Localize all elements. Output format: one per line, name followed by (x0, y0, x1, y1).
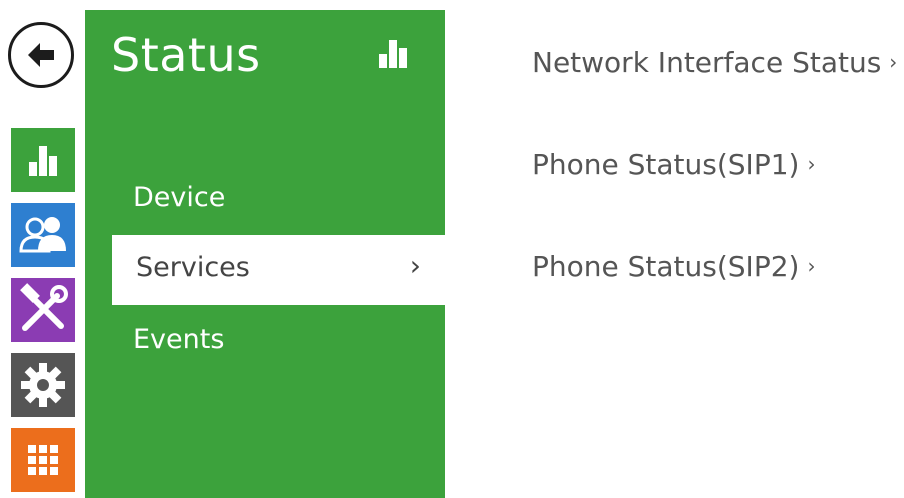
tools-icon (20, 283, 68, 331)
chevron-right-icon: › (889, 50, 898, 74)
nav-tile-apps[interactable] (11, 428, 75, 492)
link-phone-status-sip1[interactable]: Phone Status(SIP1) › (532, 148, 815, 181)
gear-icon (21, 363, 65, 407)
link-label: Phone Status(SIP1) (532, 148, 800, 181)
bar-chart-icon (29, 146, 57, 176)
link-phone-status-sip2[interactable]: Phone Status(SIP2) › (532, 250, 815, 283)
status-menu-panel: Status Device Services › Events (85, 10, 445, 498)
menu-item-services[interactable]: Services › (112, 235, 445, 305)
users-icon (19, 217, 66, 253)
nav-tile-status[interactable] (11, 128, 75, 192)
back-arrow-icon (28, 43, 54, 67)
chevron-right-icon: › (807, 254, 816, 278)
back-button[interactable] (8, 22, 74, 88)
link-label: Network Interface Status (532, 46, 882, 79)
menu-item-label: Services (136, 252, 250, 283)
nav-tile-hardware[interactable] (11, 278, 75, 342)
link-label: Phone Status(SIP2) (532, 250, 800, 283)
menu-item-events[interactable]: Events (85, 307, 445, 377)
chevron-right-icon: › (807, 152, 816, 176)
menu-item-label: Device (133, 182, 226, 213)
bar-chart-icon (379, 40, 407, 68)
left-icon-rail (0, 0, 90, 498)
nav-tile-system[interactable] (11, 353, 75, 417)
nav-tile-directory[interactable] (11, 203, 75, 267)
menu-item-label: Events (133, 324, 225, 355)
link-network-interface-status[interactable]: Network Interface Status › (532, 46, 897, 79)
panel-title: Status (111, 28, 261, 82)
grid-icon (28, 445, 58, 475)
chevron-right-icon: › (409, 249, 421, 282)
menu-item-device[interactable]: Device (85, 165, 445, 235)
